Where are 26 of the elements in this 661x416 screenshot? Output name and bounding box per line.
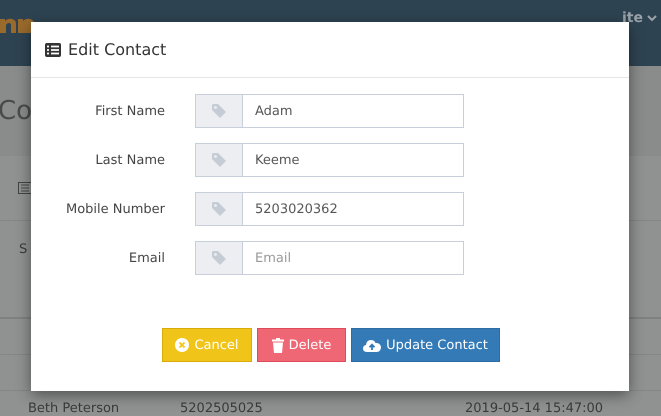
field-label: First Name	[94, 104, 165, 118]
close-icon	[175, 338, 190, 352]
tag-icon	[211, 201, 227, 217]
list-icon	[45, 42, 61, 56]
field-label: Email	[128, 250, 165, 266]
list-icon	[18, 182, 32, 194]
input-field[interactable]: Adam	[243, 94, 464, 128]
delete-button[interactable]: Delete	[257, 328, 346, 362]
cloud-upload-icon	[363, 338, 382, 352]
field-label: Mobile Number	[65, 202, 165, 216]
table-cell: 5202505025	[180, 401, 263, 416]
table-cell: 2019-05-14 15:47:00	[465, 401, 604, 416]
table-cell: Beth Peterson	[28, 401, 120, 416]
field-label: Last Name	[94, 152, 165, 168]
user-menu[interactable]: ite	[622, 10, 657, 26]
tag-icon	[211, 103, 227, 119]
show-label: S	[19, 242, 28, 256]
caret-icon	[647, 14, 657, 22]
input-field[interactable]: 5203020362	[243, 192, 464, 226]
input-field[interactable]: Email	[243, 241, 464, 275]
tag-icon	[211, 152, 227, 168]
trash-icon	[272, 338, 284, 352]
update-button[interactable]: Update Contact	[351, 328, 500, 362]
tag-icon	[211, 250, 227, 266]
input-field[interactable]: Keeme	[243, 143, 464, 177]
dialog-title: Edit Contact	[68, 40, 166, 59]
